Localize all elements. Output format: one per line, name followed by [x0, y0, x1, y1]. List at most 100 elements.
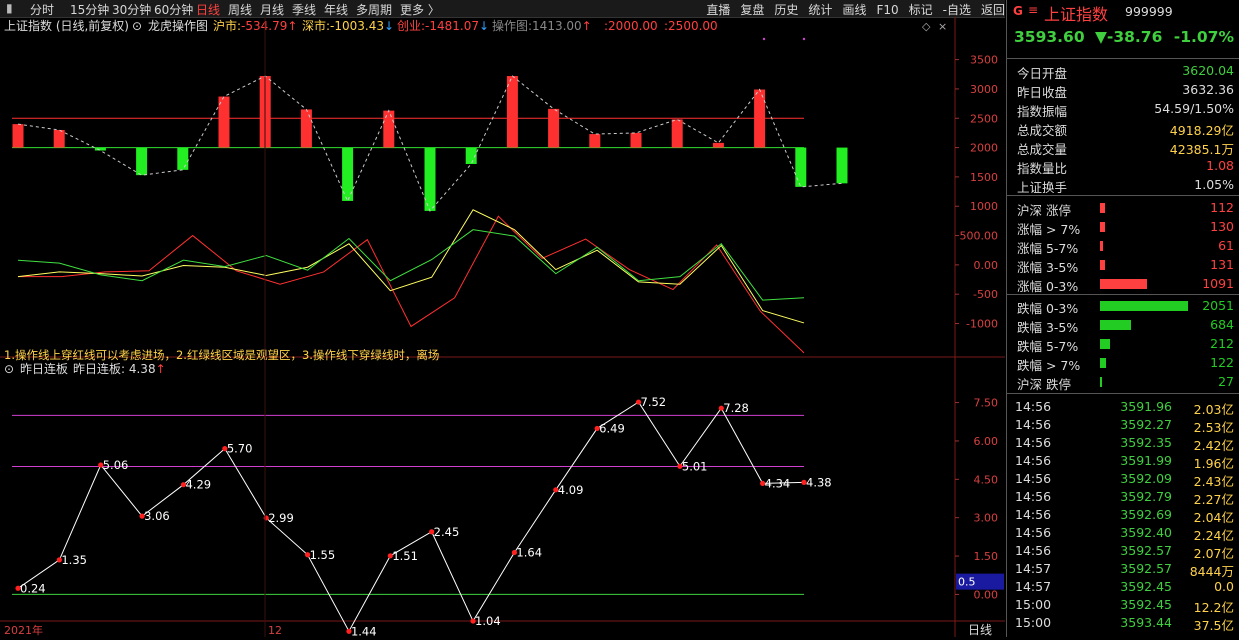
header-item-3: 操作图:1413.00↑: [492, 18, 592, 33]
data-label-4: 4.29: [185, 478, 211, 492]
header-item-4: :2000.00: [604, 19, 658, 33]
period-tab-2[interactable]: 30分钟: [112, 1, 151, 18]
tick-time: 14:56: [1015, 543, 1052, 558]
dist-value: 212: [1210, 336, 1234, 351]
dist-value: 112: [1210, 200, 1234, 215]
tick-price: 3591.99: [1120, 453, 1172, 468]
fall-row: 跌幅 0-3% 2051: [1007, 297, 1239, 316]
divider: [1007, 58, 1239, 59]
stat-row: 总成交量 42385.1万: [1007, 138, 1239, 157]
period-tab-4[interactable]: 日线: [196, 1, 220, 18]
dist-label: 涨幅 3-5%: [1017, 260, 1079, 275]
rise-row: 涨幅 5-7% 61: [1007, 237, 1239, 256]
data-label-15: 7.52: [641, 395, 667, 409]
stat-row: 今日开盘 3620.04: [1007, 62, 1239, 81]
diamond-icon[interactable]: ◇: [922, 20, 931, 33]
y-tick-label: 1000: [970, 200, 998, 213]
x-month-label: 12: [268, 624, 282, 637]
data-label-9: 1.51: [392, 549, 418, 563]
chart-area[interactable]: 上证指数 (日线,前复权) ⊙ 龙虎操作图 沪市:-534.79↑ 深市:-1003.4…: [0, 17, 1005, 638]
dist-value: 122: [1210, 355, 1234, 370]
stat-value: 3620.04: [1182, 63, 1234, 78]
dist-bar: [1100, 339, 1110, 349]
header-item-1: 深市:-1003.43↓: [302, 18, 394, 33]
period-tab-1[interactable]: 15分钟: [70, 1, 109, 18]
header-item-label: 创业:: [397, 19, 425, 33]
period-tab-3[interactable]: 60分钟: [154, 1, 193, 18]
data-label-10: 2.45: [434, 525, 460, 539]
period-tab-5[interactable]: 周线: [228, 1, 252, 18]
dist-value: 131: [1210, 257, 1234, 272]
menu-icon[interactable]: ≡: [1028, 3, 1038, 17]
tick-time: 14:56: [1015, 525, 1052, 540]
period-tab-10[interactable]: 更多 〉: [400, 1, 440, 18]
dist-bar: [1100, 320, 1131, 330]
header-item-value: 2000.00: [608, 19, 658, 33]
bar-3: [136, 147, 148, 176]
dist-label: 涨幅 0-3%: [1017, 279, 1079, 294]
g-icon[interactable]: G: [1013, 4, 1023, 18]
bar-4: [177, 147, 189, 170]
chart-title: 上证指数 (日线,前复权): [4, 18, 129, 33]
period-toolbar: 分时 15分钟 30分钟 60分钟 日线 周线 月线 季线 年线 多周期 更多 〉 ▮ 直播 复盘 历史 统计…: [0, 0, 1005, 18]
dist-value: 27: [1218, 374, 1234, 389]
tool-button-3[interactable]: 统计: [808, 1, 832, 18]
period-tab-0[interactable]: 分时: [30, 1, 54, 18]
period-tab-7[interactable]: 季线: [292, 1, 316, 18]
header-item-value: -1003.43: [330, 19, 384, 33]
tick-price: 3592.57: [1120, 543, 1172, 558]
tool-button-8[interactable]: 返回: [981, 1, 1005, 18]
tick-time: 14:56: [1015, 507, 1052, 522]
data-label-17: 7.28: [723, 401, 749, 415]
data-label-13: 4.09: [558, 483, 584, 497]
stat-value: 4918.29亿: [1169, 123, 1234, 138]
signal-dot: [762, 37, 766, 41]
dist-value: 61: [1218, 238, 1234, 253]
y-tick-label: -1000: [966, 318, 998, 331]
bar-10: [424, 147, 436, 211]
header-item-arrow: ↑: [287, 19, 297, 33]
data-label-8: 1.44: [351, 624, 377, 637]
header-item-value: -1481.07: [425, 19, 479, 33]
tool-button-6[interactable]: 标记: [909, 1, 933, 18]
header-item-label: 操作图:: [492, 18, 532, 33]
stat-value: 1.05%: [1194, 177, 1234, 192]
tool-button-7[interactable]: -自选: [943, 1, 971, 18]
chart-svg[interactable]: 上证指数 (日线,前复权) ⊙ 龙虎操作图 沪市:-534.79↑ 深市:-1003.4…: [0, 17, 1005, 638]
tick-row: 14:56 3592.09 2.43亿: [1007, 470, 1239, 489]
period-label[interactable]: 日线: [968, 623, 992, 637]
tick-time: 14:56: [1015, 417, 1052, 432]
tool-button-5[interactable]: F10: [876, 3, 898, 17]
dist-label: 涨幅 5-7%: [1017, 241, 1079, 256]
stat-value: 42385.1万: [1169, 142, 1234, 157]
dist-label: 跌幅 > 7%: [1017, 358, 1081, 373]
tick-time: 14:56: [1015, 453, 1052, 468]
stat-row: 总成交额 4918.29亿: [1007, 119, 1239, 138]
bar-19: [795, 147, 807, 187]
close-icon[interactable]: ×: [938, 20, 947, 33]
data-label-1: 1.35: [61, 553, 87, 567]
y2-tick-label: 6.00: [974, 435, 999, 448]
y-tick-label: 3000: [970, 83, 998, 96]
data-label-16: 5.01: [682, 459, 708, 473]
dist-bar: [1100, 260, 1106, 270]
price-change: ▼-38.76: [1095, 28, 1163, 46]
data-label-18: 4.34: [765, 476, 791, 490]
tick-price: 3591.96: [1120, 399, 1172, 414]
dist-bar: [1100, 301, 1188, 311]
stat-value: 3632.36: [1182, 82, 1234, 97]
stat-value: 1.08: [1206, 158, 1234, 173]
tool-button-1[interactable]: 复盘: [740, 1, 764, 18]
bar-9: [383, 110, 395, 148]
tool-button-2[interactable]: 历史: [774, 1, 798, 18]
tick-price: 3592.40: [1120, 525, 1172, 540]
period-tab-6[interactable]: 月线: [260, 1, 284, 18]
tool-button-4[interactable]: 画线: [842, 1, 866, 18]
period-tab-9[interactable]: 多周期: [356, 1, 392, 18]
period-tab-8[interactable]: 年线: [324, 1, 348, 18]
header-item-label: 深市:: [302, 18, 330, 33]
tool-button-0[interactable]: 直播: [706, 1, 730, 18]
header-item-arrow: ↓: [479, 19, 489, 33]
tick-row: 14:56 3592.27 2.53亿: [1007, 416, 1239, 435]
price-pct: -1.07%: [1173, 28, 1234, 46]
